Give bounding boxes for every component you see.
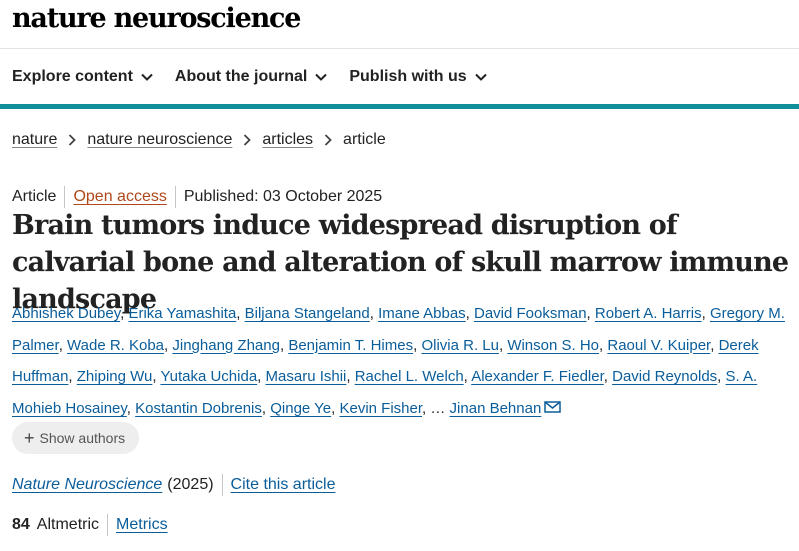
author-separator: , [465,305,474,322]
breadcrumb-current: article [343,131,386,148]
chevron-right-icon [324,134,332,146]
publication-year: (2025) [167,476,214,493]
chevron-right-icon [69,134,77,146]
cite-article-link[interactable]: Cite this article [231,476,336,494]
article-type: Article [12,188,57,205]
author-list: Abhishek Dubey, Erika Yamashita, Biljana… [12,298,792,424]
author-link[interactable]: Erika Yamashita [128,305,236,322]
open-access-link[interactable]: Open access [73,188,166,206]
breadcrumb: nature nature neuroscience articles arti… [12,131,386,149]
author-link[interactable]: Biljana Stangeland [245,305,370,322]
author-link[interactable]: Winson S. Ho [507,337,599,354]
author-separator: , [701,305,710,322]
nav-accent-bar [0,104,799,109]
main-nav: Explore content About the journal Publis… [0,49,799,104]
author-separator: , [603,368,613,386]
site-header: nature neuroscience [0,0,799,49]
chevron-down-icon [474,73,487,81]
journal-name-link[interactable]: Nature Neuroscience [12,476,162,494]
metrics-line: 84 Altmetric Metrics [12,514,168,536]
citation-line: Nature Neuroscience (2025) Cite this art… [12,474,335,496]
mail-icon[interactable] [544,401,562,413]
author-separator: , [710,336,719,354]
divider [221,474,223,496]
chevron-right-icon [244,134,252,146]
breadcrumb-articles[interactable]: articles [262,131,313,149]
author-link[interactable]: Kevin Fisher [339,400,422,417]
corresponding-author[interactable]: Jinan Behnan [450,400,542,417]
breadcrumb-nature-neuroscience[interactable]: nature neuroscience [87,131,232,149]
nav-about-journal[interactable]: About the journal [174,67,328,86]
show-authors-label: Show authors [39,430,126,446]
published-date: Published: 03 October 2025 [183,188,383,205]
divider [64,186,66,208]
author-link[interactable]: Wade R. Koba [67,337,164,354]
author-link[interactable]: Abhishek Dubey [12,305,120,322]
author-link[interactable]: David Reynolds [612,368,717,385]
altmetric-score: 84 [12,516,30,533]
nav-label: About the journal [174,67,308,85]
author-link[interactable]: Olivia R. Lu [421,337,499,354]
author-link[interactable]: Benjamin T. Himes [288,337,413,354]
author-link[interactable]: Raoul V. Kuiper [607,337,710,354]
article-meta: Article Open access Published: 03 Octobe… [12,186,382,208]
author-separator: , [346,368,355,386]
metrics-link[interactable]: Metrics [116,516,168,534]
altmetric-label: Altmetric [36,516,100,533]
author-link[interactable]: David Fooksman [474,305,587,322]
author-link[interactable]: Kostantin Dobrenis [135,400,262,417]
author-ellipsis: … [430,399,446,417]
author-link[interactable]: Robert A. Harris [595,305,702,322]
author-link[interactable]: Jinghang Zhang [172,337,280,354]
author-link[interactable]: Rachel L. Welch [355,368,464,385]
show-authors-button[interactable]: + Show authors [12,422,140,454]
author-separator: , [58,336,68,354]
author-link[interactable]: Yutaka Uchida [160,368,257,385]
chevron-down-icon [315,73,328,81]
divider [174,186,176,208]
breadcrumb-nature[interactable]: nature [12,131,57,149]
author-separator: , [261,399,271,417]
author-separator: , [369,305,379,322]
plus-icon: + [24,428,35,448]
author-link[interactable]: Alexander F. Fiedler [471,368,604,385]
chevron-down-icon [141,73,153,81]
author-link[interactable]: Imane Abbas [378,305,466,322]
author-separator: , [586,305,595,322]
author-link[interactable]: Masaru Ishii [266,368,347,385]
author-separator: , [126,399,136,417]
nav-explore-content[interactable]: Explore content [12,68,153,86]
author-link[interactable]: Zhiping Wu [77,368,153,385]
journal-logo[interactable]: nature neuroscience [12,3,301,34]
divider [107,514,109,536]
nav-label: Publish with us [349,67,467,85]
nav-label: Explore content [12,67,133,85]
author-separator: , [68,368,77,386]
nav-publish-with-us[interactable]: Publish with us [349,67,487,86]
author-separator: , [717,368,726,386]
author-link[interactable]: Qinge Ye [270,400,331,417]
author-separator: , [257,368,266,386]
author-separator: , [236,305,245,322]
